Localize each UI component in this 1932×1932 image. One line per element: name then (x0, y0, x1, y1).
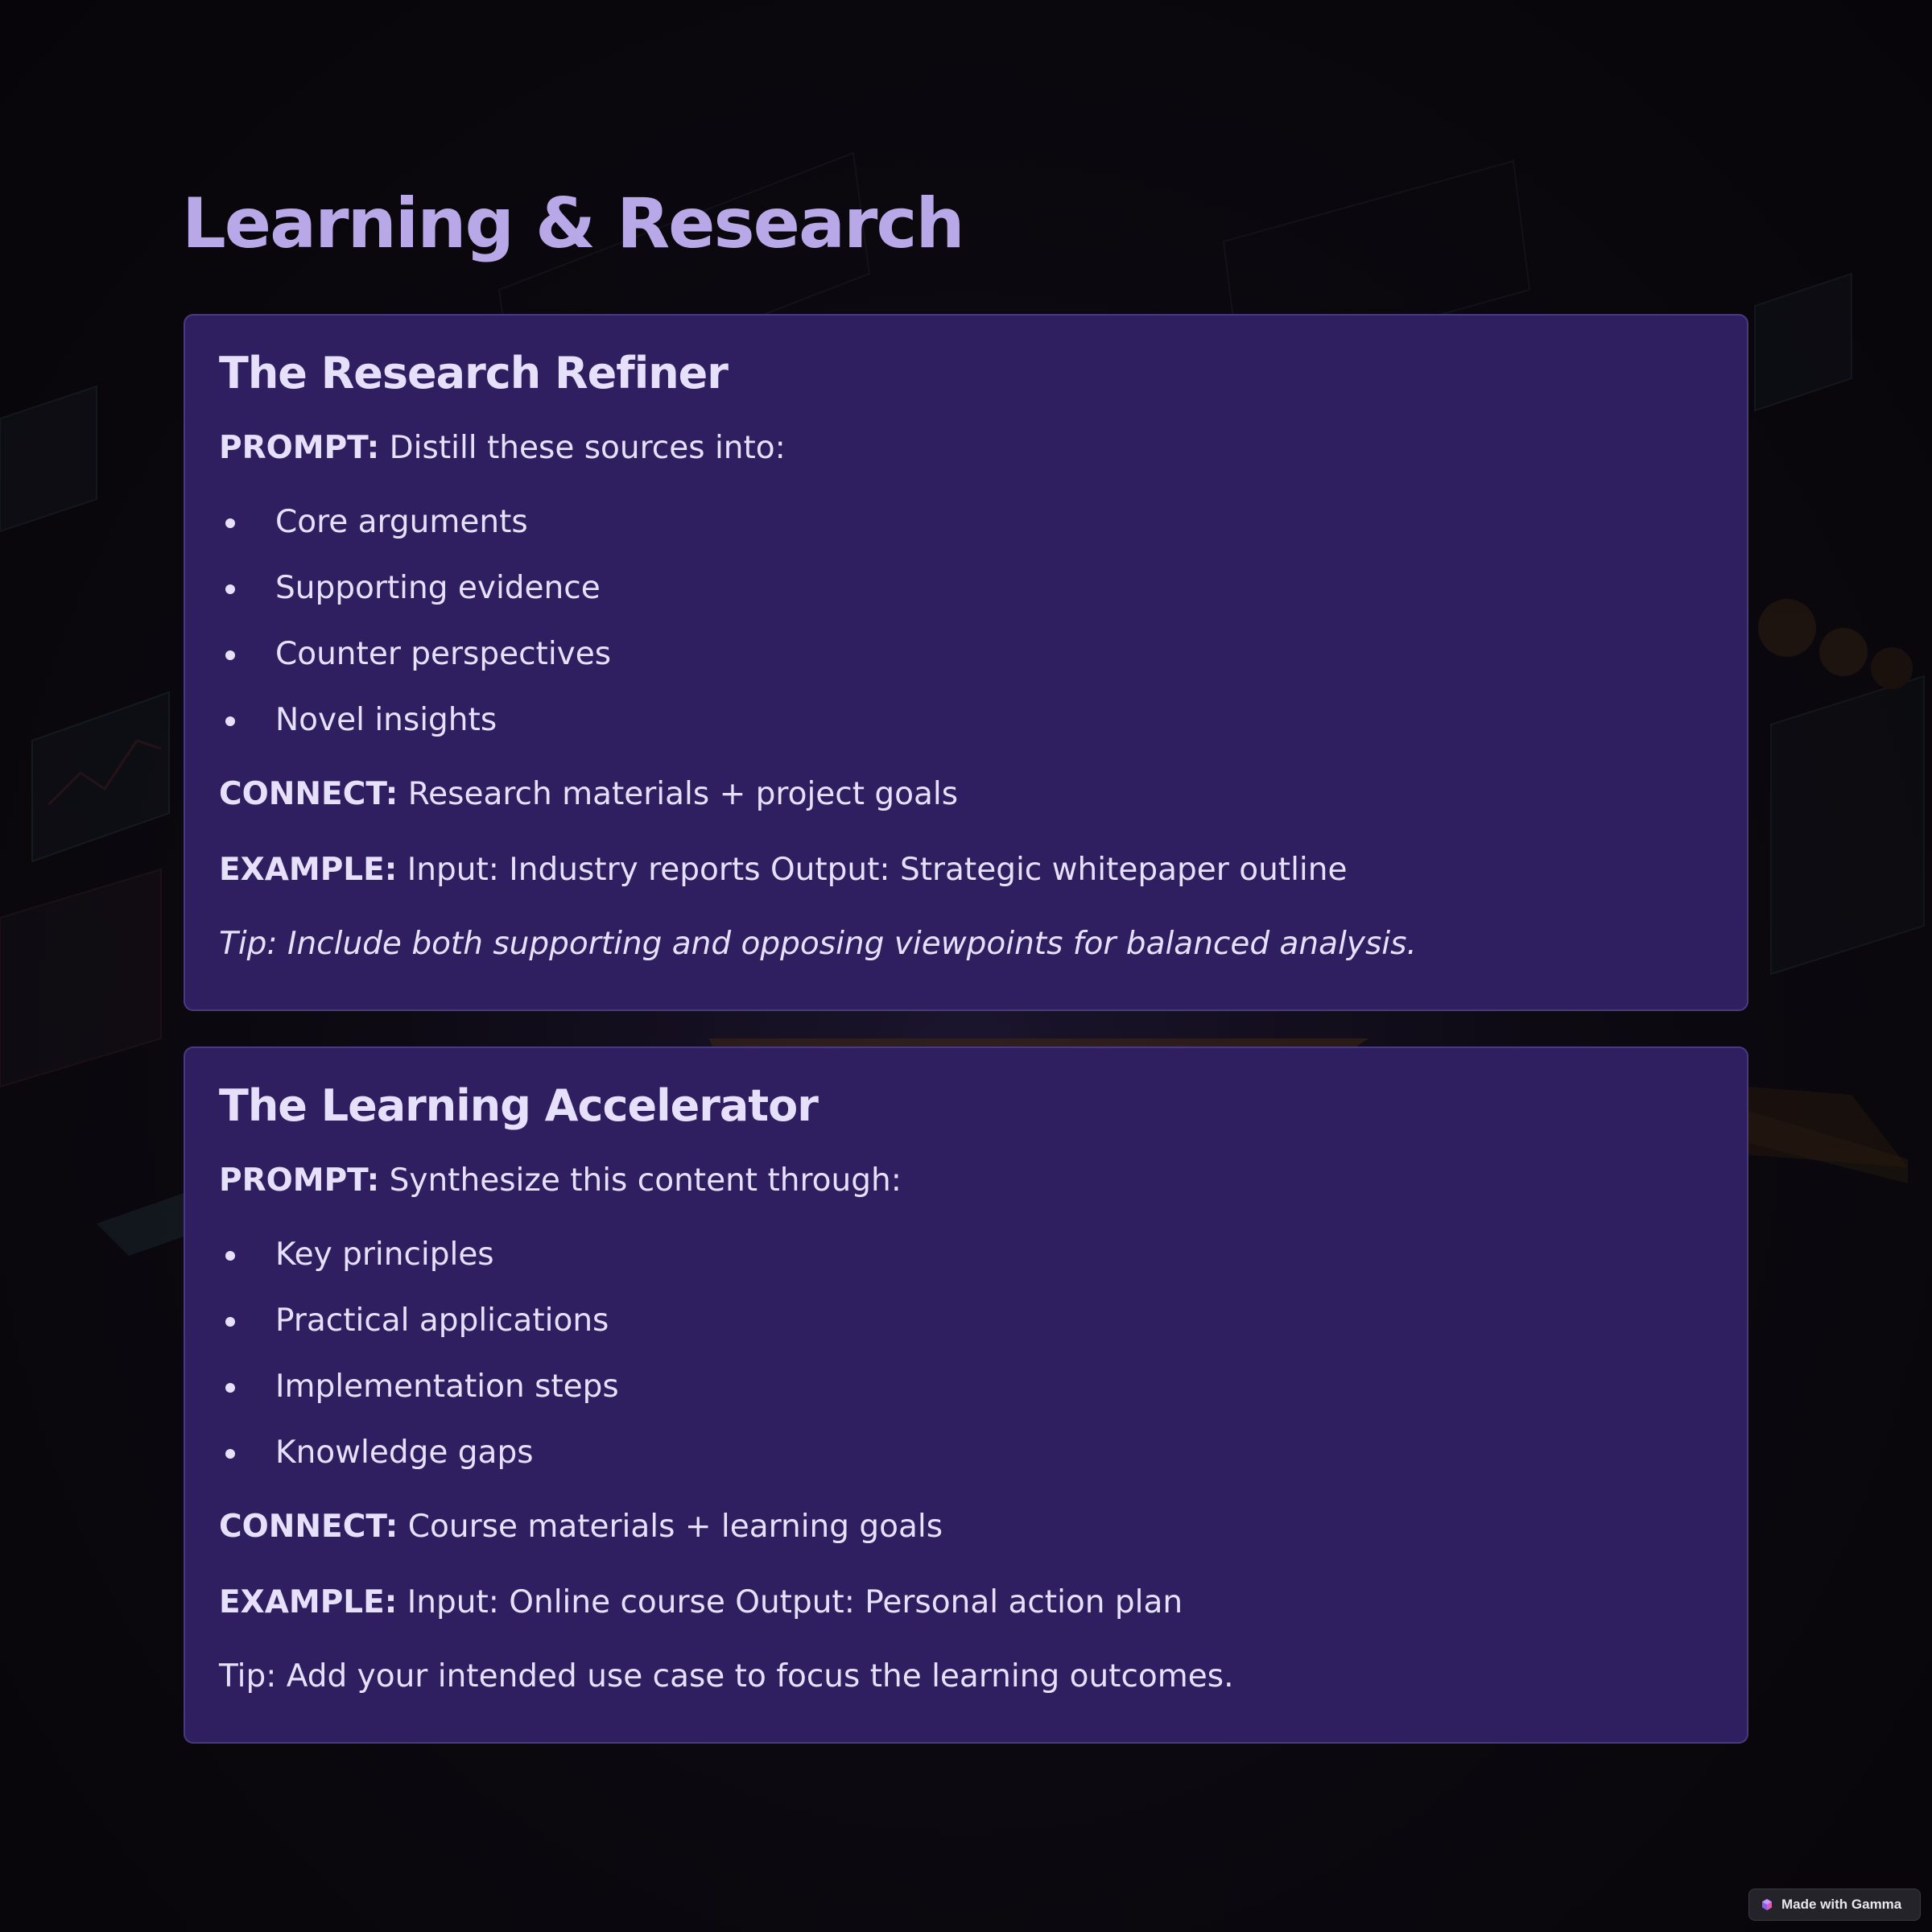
made-with-gamma-badge[interactable]: Made with Gamma (1748, 1889, 1921, 1921)
example-label: EXAMPLE: (219, 852, 398, 888)
connect-text: Course materials + learning goals (398, 1509, 943, 1545)
bullet-icon (225, 650, 235, 660)
list-item-text: Supporting evidence (275, 570, 601, 606)
bullet-icon (225, 1449, 235, 1459)
page-title: Learning & Research (182, 184, 965, 264)
learning-accelerator-card: The Learning Accelerator PROMPT: Synthes… (184, 1046, 1748, 1744)
list-item-text: Key principles (275, 1236, 494, 1273)
bullet-icon (225, 1317, 235, 1327)
prompt-line: PROMPT: Distill these sources into: (219, 430, 786, 466)
card-title: The Research Refiner (219, 348, 729, 398)
bullet-icon (225, 716, 235, 726)
connect-label: CONNECT: (219, 1509, 398, 1545)
research-refiner-card: The Research Refiner PROMPT: Distill the… (184, 314, 1748, 1011)
bullet-icon (225, 1383, 235, 1393)
list-item-text: Counter perspectives (275, 636, 612, 672)
connect-label: CONNECT: (219, 776, 398, 812)
prompt-line: PROMPT: Synthesize this content through: (219, 1162, 902, 1199)
list-item-text: Core arguments (275, 504, 528, 540)
bullet-icon (225, 584, 235, 594)
prompt-text: Synthesize this content through: (379, 1162, 902, 1199)
example-text: Input: Online course Output: Personal ac… (397, 1584, 1183, 1620)
tip-text: Tip: Include both supporting and opposin… (219, 926, 1417, 962)
prompt-text: Distill these sources into: (379, 430, 786, 466)
connect-line: CONNECT: Course materials + learning goa… (219, 1509, 943, 1545)
list-item-text: Practical applications (275, 1302, 609, 1339)
bullet-icon (225, 518, 235, 528)
gamma-logo-icon (1762, 1899, 1772, 1910)
list-item-text: Knowledge gaps (275, 1435, 534, 1471)
list-item-text: Novel insights (275, 702, 497, 738)
example-text: Input: Industry reports Output: Strategi… (397, 852, 1348, 888)
badge-label: Made with Gamma (1781, 1897, 1902, 1912)
bullet-icon (225, 1251, 235, 1261)
example-line: EXAMPLE: Input: Online course Output: Pe… (219, 1584, 1183, 1620)
prompt-label: PROMPT: (219, 430, 380, 466)
connect-line: CONNECT: Research materials + project go… (219, 776, 958, 812)
prompt-label: PROMPT: (219, 1162, 380, 1199)
tip-text: Tip: Add your intended use case to focus… (219, 1658, 1234, 1695)
connect-text: Research materials + project goals (398, 776, 959, 812)
example-label: EXAMPLE: (219, 1584, 398, 1620)
example-line: EXAMPLE: Input: Industry reports Output:… (219, 852, 1347, 888)
list-item-text: Implementation steps (275, 1368, 619, 1405)
card-title: The Learning Accelerator (219, 1080, 819, 1131)
